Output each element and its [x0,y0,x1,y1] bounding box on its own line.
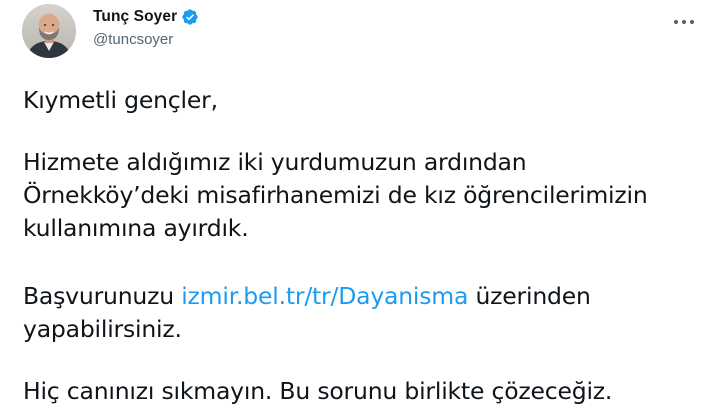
tweet-paragraph-application: Başvurunuzu izmir.bel.tr/tr/Dayanisma üz… [23,280,591,346]
tweet-paragraph-closing: Hiç canınızı sıkmayın. Bu sorunu birlikt… [23,377,613,405]
application-link[interactable]: izmir.bel.tr/tr/Dayanisma [181,282,468,310]
tweet-text-fragment: Başvurunuzu [23,282,182,310]
tweet-line: Hizmete aldığımız iki yurdumuzun ardında… [23,148,527,176]
author-display-name[interactable]: Tunç Soyer [93,8,177,26]
tweet-text-fragment: üzerinden [468,282,591,310]
avatar[interactable] [22,4,76,58]
verified-badge-icon [181,8,199,26]
author-block[interactable]: Tunç Soyer @tuncsoyer [93,6,199,48]
more-options-button[interactable] [664,8,704,36]
tweet-paragraph-greeting: Kıymetli gençler, [23,86,218,114]
tweet-line: kullanımına ayırdık. [23,214,249,242]
profile-photo-icon [22,4,76,58]
tweet-header: Tunç Soyer @tuncsoyer [22,4,702,60]
tweet-paragraph-announcement: Hizmete aldığımız iki yurdumuzun ardında… [23,146,648,245]
more-horizontal-icon [674,20,678,24]
tweet-line: yapabilirsiniz. [23,315,182,343]
tweet-card: Tunç Soyer @tuncsoyer Kıymetli gençler, … [0,0,728,410]
tweet-line: Örnekköy’deki misafirhanemizi de kız öğr… [23,181,648,209]
author-handle[interactable]: @tuncsoyer [93,31,199,48]
